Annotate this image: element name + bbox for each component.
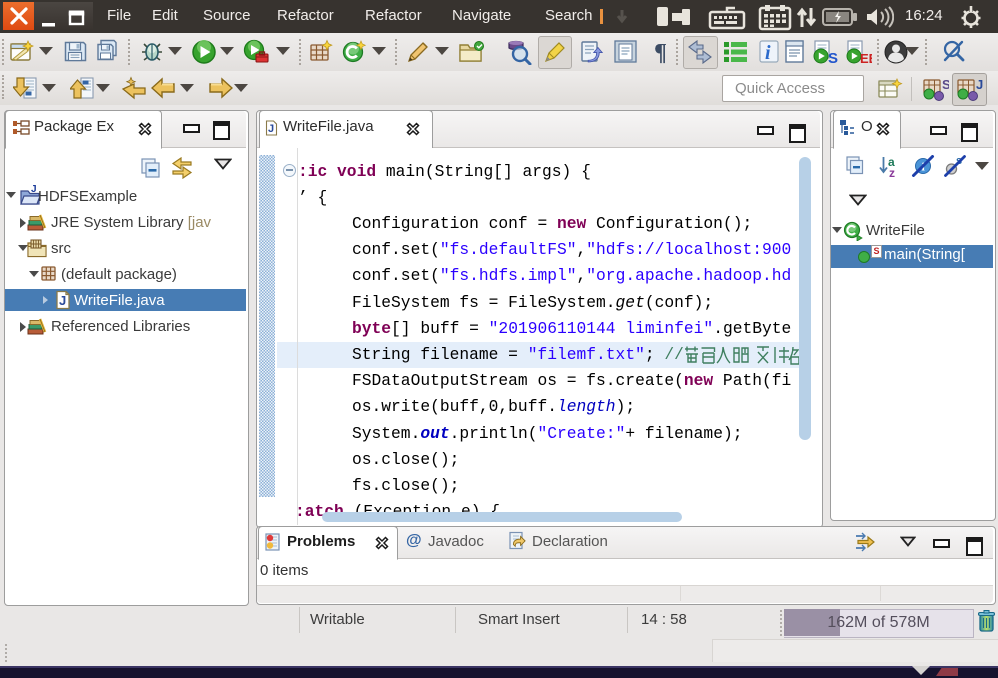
- svg-text:S: S: [828, 50, 838, 65]
- svg-text:¶: ¶: [654, 40, 667, 65]
- svg-text:z: z: [889, 166, 895, 177]
- svg-text:i: i: [765, 42, 771, 64]
- svg-text:J: J: [976, 77, 983, 92]
- svg-text:S: S: [942, 77, 949, 92]
- svg-text:J: J: [268, 123, 274, 135]
- svg-text:J: J: [31, 184, 37, 195]
- svg-text:J: J: [59, 293, 66, 308]
- svg-text:EE: EE: [860, 51, 872, 65]
